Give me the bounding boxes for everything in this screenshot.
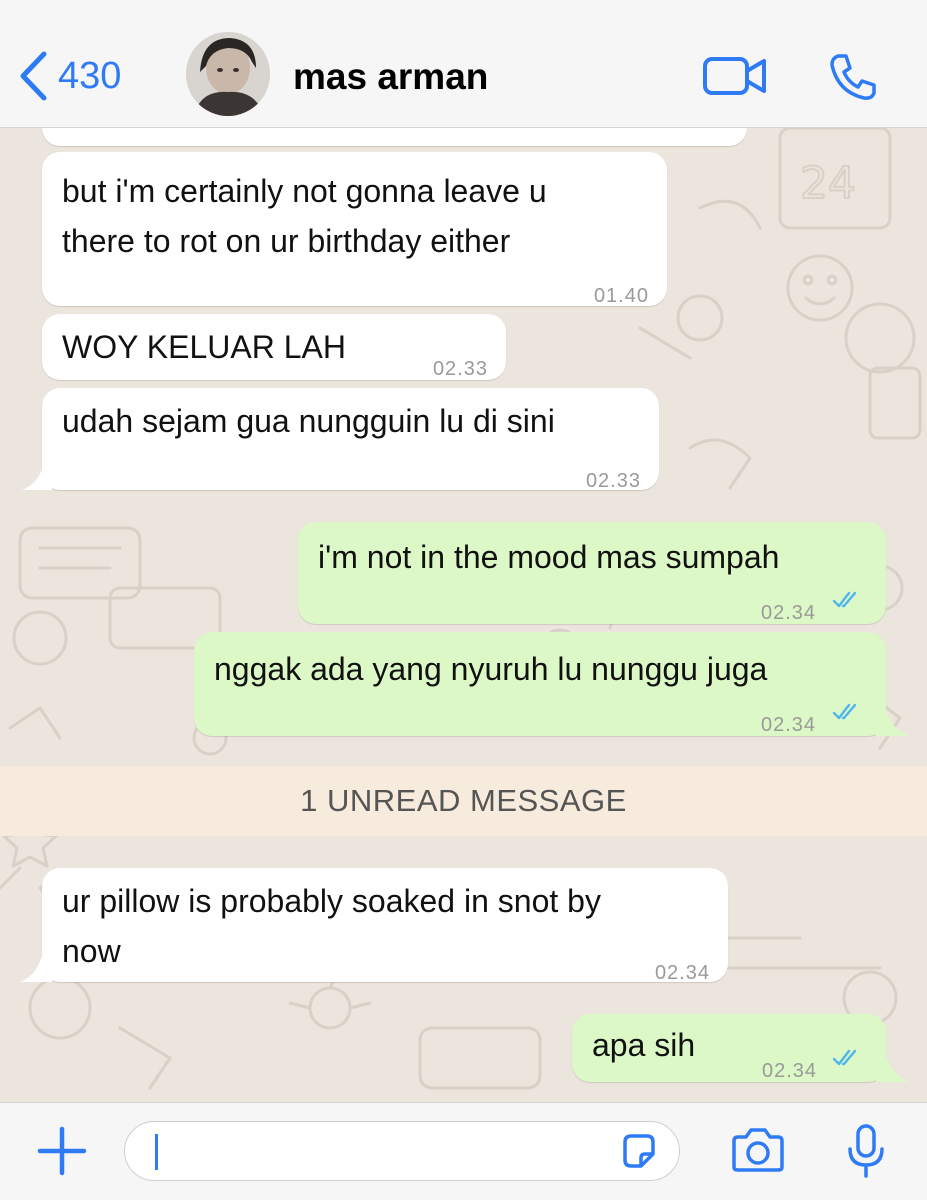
sticker-button[interactable] — [619, 1132, 659, 1177]
video-call-button[interactable] — [703, 56, 767, 101]
incoming-message-bubble[interactable]: udah sejam gua nungguin lu di sini 02.33 — [42, 388, 659, 492]
phone-icon — [830, 54, 876, 100]
video-camera-icon — [703, 57, 766, 95]
message-time: 01.40 — [593, 285, 649, 307]
outgoing-message-bubble[interactable]: i'm not in the mood mas sumpah 02.34 — [298, 522, 886, 624]
chevron-left-icon — [20, 51, 47, 101]
bubble-tail — [20, 956, 52, 982]
plus-icon — [37, 1126, 87, 1176]
message-time: 02.33 — [585, 470, 641, 492]
outgoing-message-bubble[interactable]: apa sih 02.34 — [572, 1014, 886, 1082]
read-ticks-icon — [832, 703, 857, 720]
message-text: apa sih — [592, 1027, 696, 1063]
attach-button[interactable] — [36, 1125, 88, 1182]
bubble-tail — [22, 464, 52, 490]
message-text: WOY KELUAR LAH — [62, 329, 346, 365]
text-caret — [155, 1134, 158, 1170]
unread-messages-banner: 1 UNREAD MESSAGE — [0, 766, 927, 836]
previous-message-bubble-partial — [42, 128, 747, 146]
chat-header: 430 mas arman — [0, 0, 927, 128]
contact-name[interactable]: mas arman — [293, 56, 488, 98]
message-text: i'm not in the mood mas sumpah — [318, 539, 780, 575]
chat-area[interactable]: 24 but i'm certainly not gonna leave u t… — [0, 128, 927, 1102]
bubble-tail — [876, 710, 910, 736]
voice-message-button[interactable] — [846, 1123, 886, 1184]
microphone-icon — [848, 1124, 884, 1178]
message-time: 02.34 — [654, 962, 710, 984]
read-ticks-icon — [832, 1049, 857, 1066]
bubble-tail — [876, 1056, 910, 1082]
camera-icon — [732, 1128, 784, 1172]
message-time: 02.33 — [432, 358, 488, 380]
incoming-message-bubble[interactable]: WOY KELUAR LAH 02.33 — [42, 314, 506, 380]
contact-avatar[interactable] — [186, 32, 270, 116]
composer-bar — [0, 1102, 927, 1200]
voice-call-button[interactable] — [828, 52, 880, 107]
svg-text:24: 24 — [800, 158, 856, 209]
message-text: but i'm certainly not gonna leave u ther… — [62, 173, 547, 259]
read-ticks-icon — [832, 591, 857, 608]
message-input[interactable] — [124, 1121, 680, 1181]
message-text: udah sejam gua nungguin lu di sini — [62, 403, 555, 439]
back-button[interactable]: 430 — [18, 50, 121, 102]
incoming-message-bubble[interactable]: but i'm certainly not gonna leave u ther… — [42, 152, 667, 307]
unread-chats-count: 430 — [58, 55, 122, 97]
sticker-icon — [623, 1134, 655, 1168]
message-time: 02.34 — [761, 602, 817, 624]
camera-button[interactable] — [730, 1127, 786, 1178]
incoming-message-bubble[interactable]: ur pillow is probably soaked in snot by … — [42, 868, 728, 984]
message-time: 02.34 — [761, 714, 817, 736]
message-time: 02.34 — [762, 1060, 818, 1082]
outgoing-message-bubble[interactable]: nggak ada yang nyuruh lu nunggu juga 02.… — [194, 632, 886, 736]
avatar-image — [186, 32, 270, 116]
message-text: ur pillow is probably soaked in snot by … — [62, 883, 601, 969]
message-text: nggak ada yang nyuruh lu nunggu juga — [214, 651, 768, 687]
